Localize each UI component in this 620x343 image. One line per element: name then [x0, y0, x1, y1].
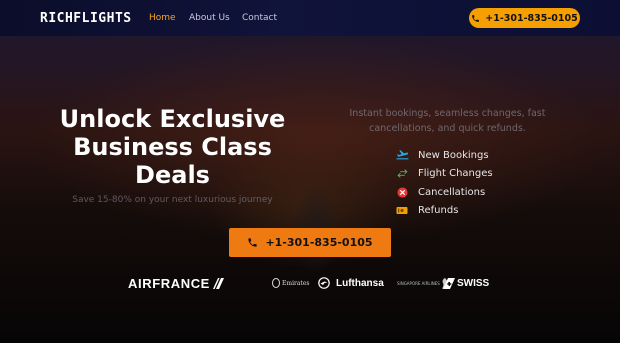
airline-logo-emirates: Emirates	[272, 274, 309, 292]
airline-name: Lufthansa	[336, 277, 384, 289]
service-label: Refunds	[418, 205, 459, 217]
airline-name: SINGAPORE AIRLINES	[397, 280, 440, 286]
phone-icon	[472, 14, 480, 22]
hero-subline: Save 15-80% on your next luxurious journ…	[72, 195, 273, 205]
airline-logo-singapore-airlines: SINGAPORE AIRLINES	[397, 274, 449, 292]
service-item-refunds: Refunds	[395, 202, 493, 221]
airline-name: AIRFRANCE	[128, 275, 210, 291]
service-item-flight-changes: Flight Changes	[395, 165, 493, 184]
service-item-new-bookings: New Bookings	[395, 146, 493, 165]
service-item-cancellations: Cancellations	[395, 183, 493, 202]
airline-logo-lufthansa: Lufthansa	[318, 274, 384, 292]
phone-icon	[248, 238, 258, 247]
headline-line: Deals	[135, 161, 210, 189]
airline-name: SWISS	[457, 277, 490, 289]
services-list: New Bookings Flight Changes Cancellation…	[395, 146, 493, 220]
service-label: New Bookings	[418, 149, 489, 161]
service-label: Flight Changes	[418, 168, 493, 180]
airline-logo-airfrance: AIRFRANCE	[128, 274, 224, 292]
site-logo[interactable]: RICHFLIGHTS	[40, 11, 132, 26]
call-now-label: +1-301-835-0105	[265, 236, 373, 249]
cancel-circle-icon	[395, 186, 409, 198]
hero-headline: Unlock Exclusive Business Class Deals	[45, 105, 300, 189]
nav-link-about-us[interactable]: About Us	[189, 13, 230, 23]
airplane-takeoff-icon	[395, 149, 409, 161]
nav-link-home[interactable]: Home	[149, 13, 176, 23]
money-bill-icon	[395, 205, 409, 217]
services-intro: Instant bookings, seamless changes, fast…	[349, 108, 546, 134]
airline-logos-row: AIRFRANCE Emirates Lufthansa SINGAPORE A…	[0, 274, 620, 292]
nav-phone-button[interactable]: +1-301-835-0105	[469, 8, 580, 28]
nav-phone-label: +1-301-835-0105	[485, 12, 578, 24]
top-navbar: RICHFLIGHTS Home About Us Contact +1-301…	[0, 0, 620, 36]
airline-name: Emirates	[282, 279, 310, 287]
headline-line: Business Class	[73, 133, 272, 161]
call-now-button[interactable]: +1-301-835-0105	[229, 228, 391, 257]
nav-link-contact[interactable]: Contact	[242, 13, 277, 23]
headline-line: Unlock Exclusive	[59, 105, 286, 133]
swap-arrows-icon	[395, 168, 409, 180]
service-label: Cancellations	[418, 186, 486, 198]
airline-logo-swiss: SWISS	[443, 274, 489, 292]
